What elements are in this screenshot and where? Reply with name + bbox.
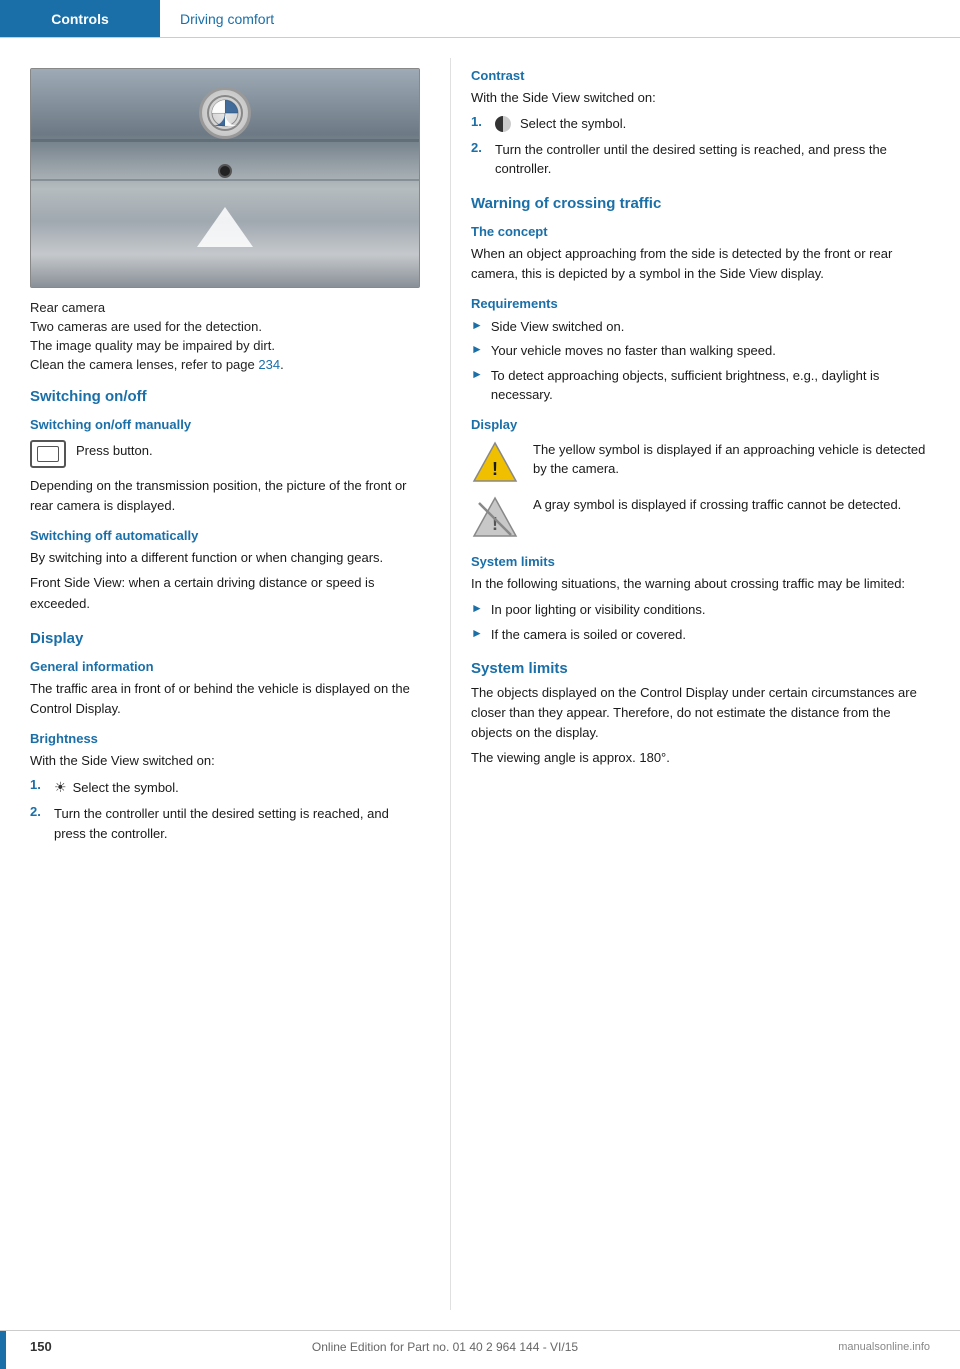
brightness-step-2: 2. Turn the controller until the desired… [30,804,420,843]
warning-triangle-yellow: ! [471,440,519,487]
half-circle-icon [495,116,511,132]
caption-clean-camera: Clean the camera lenses, refer to page 2… [30,357,420,372]
triangle-text-0: The yellow symbol is displayed if an app… [533,440,930,479]
bullet-arrow-0: ► [471,318,483,332]
brightness-intro: With the Side View switched on: [30,751,420,771]
button-icon [30,440,66,468]
page-wrapper: Controls Driving comfort [0,0,960,1362]
header-controls-tab[interactable]: Controls [0,0,160,37]
clean-camera-period: . [280,357,284,372]
triangle-row-1: ! A gray symbol is displayed if crossing… [471,495,930,542]
svg-text:!: ! [492,459,498,479]
brightness-step-2-content: Turn the controller until the desired se… [54,804,420,843]
system-limits-2-title: System limits [471,660,930,677]
camera-image-inner [31,69,419,287]
page-number: 150 [30,1339,52,1354]
auto-off-title: Switching off automatically [30,528,420,543]
contrast-step-2: 2. Turn the controller until the desired… [471,140,930,179]
brightness-step-1: 1. ☀ Select the symbol. [30,777,420,798]
sys-lim-item-1: ► If the camera is soiled or covered. [471,625,930,645]
contrast-step-1-content: Select the symbol. [495,114,626,134]
bullet-arrow-2: ► [471,367,483,381]
req-text-1: Your vehicle moves no faster than walkin… [491,341,776,361]
auto-off-text1: By switching into a different function o… [30,548,420,568]
general-info-title: General information [30,659,420,674]
footer-bar [0,1331,6,1369]
caption-rear-camera: Rear camera [30,300,420,315]
req-item-0: ► Side View switched on. [471,317,930,337]
contrast-step-2-num: 2. [471,140,489,155]
sys-lim-text-1: If the camera is soiled or covered. [491,625,686,645]
main-content: Rear camera Two cameras are used for the… [0,38,960,1330]
req-item-1: ► Your vehicle moves no faster than walk… [471,341,930,361]
sun-icon: ☀ [54,777,67,798]
warning-crossing-title: Warning of crossing traffic [471,195,930,212]
system-limits-1-text: In the following situations, the warning… [471,574,930,594]
brightness-step-1-num: 1. [30,777,48,792]
switching-manually-title: Switching on/off manually [30,417,420,432]
press-button-row: Press button. [30,440,420,468]
clean-camera-link[interactable]: 234 [258,357,280,372]
bullet-arrow-1: ► [471,342,483,356]
warning-triangle-crossed: ! [471,495,519,542]
brightness-title: Brightness [30,731,420,746]
requirements-list: ► Side View switched on. ► Your vehicle … [471,317,930,405]
footer-center-text: Online Edition for Part no. 01 40 2 964 … [312,1340,578,1354]
clean-camera-text: Clean the camera lenses, refer to page [30,357,258,372]
press-button-label: Press button. [76,441,153,461]
contrast-step-1-text: Select the symbol. [520,114,626,134]
caption-two-cameras: Two cameras are used for the detection. [30,319,420,334]
brightness-step-1-text: Select the symbol. [73,778,179,798]
header: Controls Driving comfort [0,0,960,38]
sys-lim-item-0: ► In poor lighting or visibility conditi… [471,600,930,620]
button-icon-inner [37,446,59,462]
concept-title: The concept [471,224,930,239]
contrast-step-1-num: 1. [471,114,489,129]
contrast-step-1: 1. Select the symbol. [471,114,930,134]
caption-image-quality: The image quality may be impaired by dir… [30,338,420,353]
system-limits-1-title: System limits [471,554,930,569]
triangle-row-0: ! The yellow symbol is displayed if an a… [471,440,930,487]
switching-on-off-title: Switching on/off [30,388,420,405]
camera-arrow-icon [197,207,253,247]
right-display-title: Display [471,417,930,432]
concept-text: When an object approaching from the side… [471,244,930,284]
contrast-step-2-text: Turn the controller until the desired se… [495,140,930,179]
general-info-text: The traffic area in front of or behind t… [30,679,420,719]
display-title: Display [30,630,420,647]
triangle-text-1: A gray symbol is displayed if crossing t… [533,495,901,515]
contrast-steps: 1. Select the symbol. 2. Turn the contro… [471,114,930,179]
header-driving-tab[interactable]: Driving comfort [160,0,294,37]
auto-off-text2: Front Side View: when a certain driving … [30,573,420,613]
contrast-step-2-content: Turn the controller until the desired se… [495,140,930,179]
sys-lim-arrow-1: ► [471,626,483,640]
footer-watermark: manualsonline.info [838,1341,930,1353]
req-item-2: ► To detect approaching objects, suffici… [471,366,930,405]
camera-image [30,68,420,288]
sys-lim-text-0: In poor lighting or visibility condition… [491,600,706,620]
right-column: Contrast With the Side View switched on:… [450,58,960,1310]
req-text-0: Side View switched on. [491,317,624,337]
footer: 150 Online Edition for Part no. 01 40 2 … [0,1330,960,1362]
brightness-step-1-content: ☀ Select the symbol. [54,777,179,798]
requirements-title: Requirements [471,296,930,311]
brightness-step-2-text: Turn the controller until the desired se… [54,804,420,843]
left-column: Rear camera Two cameras are used for the… [0,58,450,1310]
driving-comfort-label: Driving comfort [180,11,274,27]
system-limits-1-list: ► In poor lighting or visibility conditi… [471,600,930,644]
brightness-steps: 1. ☀ Select the symbol. 2. Turn the cont… [30,777,420,843]
brightness-step-2-num: 2. [30,804,48,819]
system-limits-2-text1: The objects displayed on the Control Dis… [471,683,930,743]
sys-lim-arrow-0: ► [471,601,483,615]
depending-text: Depending on the transmission position, … [30,476,420,516]
contrast-intro: With the Side View switched on: [471,88,930,108]
controls-label: Controls [51,11,109,27]
system-limits-2-text2: The viewing angle is approx. 180°. [471,748,930,768]
contrast-title: Contrast [471,68,930,83]
bmw-logo [199,87,251,139]
req-text-2: To detect approaching objects, sufficien… [491,366,930,405]
